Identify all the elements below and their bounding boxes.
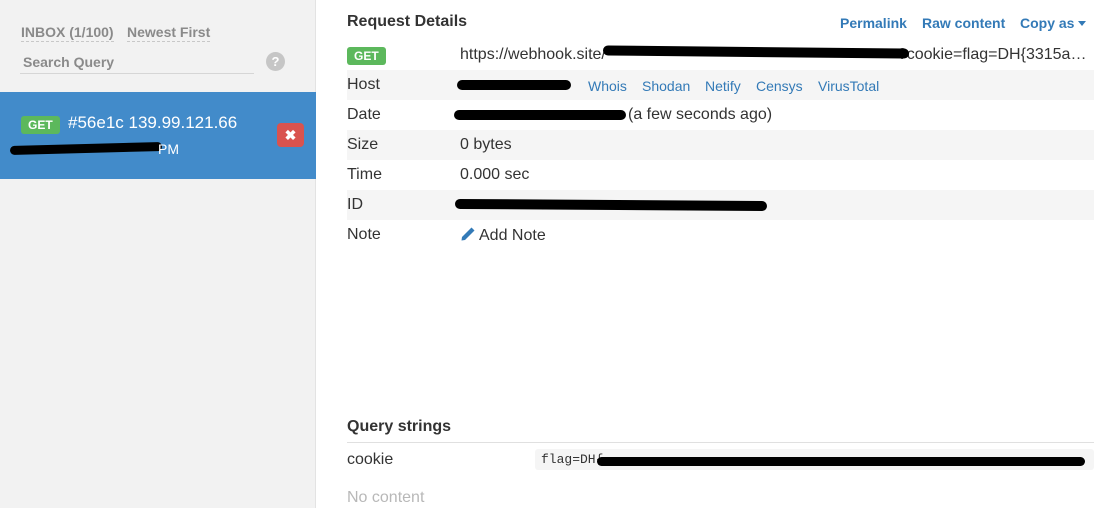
inbox-count-link[interactable]: INBOX (1/100): [21, 24, 114, 42]
redaction-mark: [454, 198, 768, 212]
sidebar: INBOX (1/100) Newest First ? GET #56e1c …: [0, 0, 316, 508]
time-row: Time 0.000 sec: [347, 160, 1094, 190]
id-row: ID: [347, 190, 1094, 220]
request-url-suffix: ?cookie=flag=DH{3315a…: [897, 46, 1087, 63]
search-query-input[interactable]: [20, 50, 254, 74]
add-note-label: Add Note: [479, 227, 546, 244]
size-row: Size 0 bytes: [347, 130, 1094, 160]
request-url-prefix: https://webhook.site/: [460, 46, 606, 63]
raw-content-link[interactable]: Raw content: [922, 15, 1005, 31]
size-label: Size: [347, 136, 379, 153]
redaction-mark: [597, 457, 1085, 466]
method-badge: GET: [21, 116, 60, 134]
redaction-mark: [9, 142, 163, 155]
query-value: flag=DH{: [541, 452, 604, 467]
host-label: Host: [347, 76, 380, 93]
url-row: GET https://webhook.site/ ?cookie=flag=DH…: [347, 40, 1094, 70]
no-content-text: No content: [347, 489, 425, 506]
query-string-row: cookie flag=DH{: [347, 444, 1094, 474]
netify-link[interactable]: Netify: [705, 78, 741, 94]
query-value-box: flag=DH{: [535, 449, 1094, 470]
query-strings-title: Query strings: [347, 418, 452, 435]
size-value: 0 bytes: [460, 136, 512, 153]
permalink-link[interactable]: Permalink: [840, 15, 907, 31]
query-key: cookie: [347, 451, 394, 468]
delete-request-button[interactable]: ✖: [277, 123, 304, 147]
caret-down-icon: [1078, 21, 1087, 26]
date-label: Date: [347, 106, 381, 123]
note-row: Note Add Note: [347, 220, 1094, 250]
redaction-mark: [454, 110, 626, 120]
shodan-link[interactable]: Shodan: [642, 78, 690, 94]
request-details-panel: Request Details Permalink Raw content Co…: [316, 0, 1094, 508]
sort-order-link[interactable]: Newest First: [127, 24, 211, 42]
details-table: GET https://webhook.site/ ?cookie=flag=DH…: [347, 40, 1094, 250]
pencil-icon: [461, 227, 475, 241]
copy-as-dropdown[interactable]: Copy as: [1020, 15, 1087, 31]
date-row: Date (a few seconds ago): [347, 100, 1094, 130]
request-item-time: PM: [158, 141, 179, 157]
redaction-mark: [457, 80, 571, 90]
whois-link[interactable]: Whois: [588, 78, 627, 94]
help-icon[interactable]: ?: [266, 52, 285, 71]
virustotal-link[interactable]: VirusTotal: [818, 78, 879, 94]
time-label: Time: [347, 166, 382, 183]
id-label: ID: [347, 196, 363, 213]
request-list-item[interactable]: GET #56e1c 139.99.121.66 PM ✖: [0, 92, 316, 179]
copy-as-label: Copy as: [1020, 15, 1075, 31]
divider: [347, 442, 1094, 443]
host-row: Host Whois Shodan Netify Censys VirusTot…: [347, 70, 1094, 100]
time-value: 0.000 sec: [460, 166, 530, 183]
request-item-title: #56e1c 139.99.121.66: [68, 113, 238, 132]
date-relative: (a few seconds ago): [628, 106, 773, 123]
page-title: Request Details: [347, 13, 468, 30]
method-badge: GET: [347, 47, 386, 65]
censys-link[interactable]: Censys: [756, 78, 803, 94]
note-label: Note: [347, 226, 381, 243]
add-note-button[interactable]: Add Note: [460, 226, 546, 245]
